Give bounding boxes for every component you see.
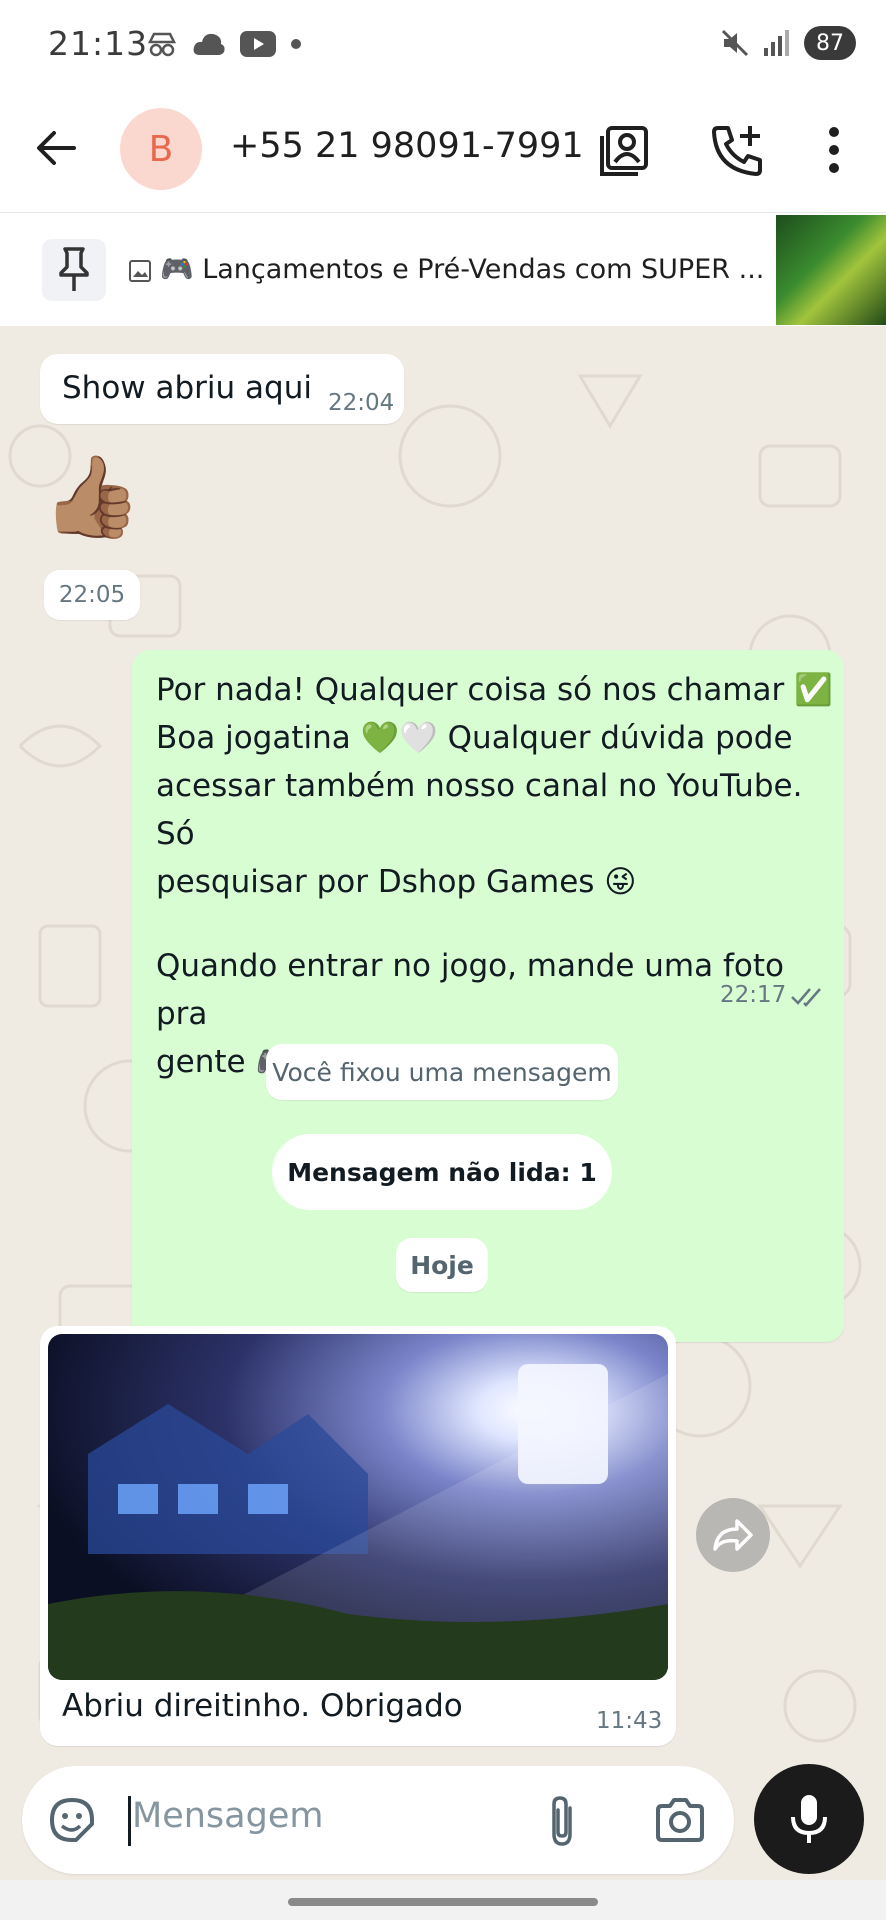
sticker-icon[interactable] [46, 1794, 98, 1846]
message-line: Boa jogatina 💚🤍 Qualquer dúvida pode [156, 720, 793, 756]
message-time: 22:05 [44, 570, 140, 620]
status-left-icons [146, 30, 302, 58]
avatar[interactable]: B [120, 108, 202, 190]
forward-button[interactable] [696, 1498, 770, 1572]
incoming-image-message[interactable]: Abriu direitinho. Obrigado 11:43 [40, 1326, 676, 1746]
pinned-thumbnail [776, 215, 886, 325]
image-icon [129, 260, 151, 282]
text-caret [128, 1796, 131, 1846]
mic-icon [791, 1795, 827, 1843]
status-right-icons: 87 [720, 26, 856, 60]
contact-name[interactable]: +55 21 98091-7991 [230, 126, 584, 166]
attach-icon[interactable] [544, 1794, 580, 1848]
message-photo[interactable] [48, 1334, 668, 1680]
message-line: acessar também nosso canal no YouTube. S… [156, 768, 803, 852]
photo-caption: Abriu direitinho. Obrigado [62, 1688, 463, 1724]
message-line: pesquisar por Dshop Games 😜 [156, 864, 637, 900]
mic-button[interactable] [754, 1764, 864, 1874]
youtube-icon [240, 31, 276, 57]
forward-icon [713, 1519, 753, 1551]
chat-area[interactable]: Show abriu aqui 22:04 👍🏽 22:05 Por nada!… [0, 326, 886, 1764]
message-composer: Mensagem [22, 1766, 734, 1874]
thumbs-up-emoji[interactable]: 👍🏽 [42, 452, 142, 542]
unread-banner: Mensagem não lida: 1 [272, 1134, 612, 1210]
message-line: Por nada! Qualquer coisa só nos chamar ✅ [156, 672, 833, 708]
camera-icon[interactable] [654, 1796, 706, 1844]
add-call-icon[interactable] [710, 122, 766, 178]
status-bar: 21:13 87 [0, 0, 886, 88]
contact-card-icon[interactable] [598, 122, 654, 178]
message-time: 22:17 [720, 982, 787, 1008]
date-divider: Hoje [396, 1238, 488, 1292]
message-time: 11:43 [596, 1708, 663, 1734]
battery-icon: 87 [804, 26, 856, 60]
dot-icon [291, 39, 301, 49]
back-arrow-icon[interactable] [30, 122, 82, 174]
mute-icon [721, 29, 749, 57]
system-nav-bar [0, 1880, 886, 1920]
message-time: 22:04 [328, 390, 395, 416]
pinned-message-text: 🎮 Lançamentos e Pré-Vendas com SUPER ... [160, 254, 765, 285]
incognito-icon [147, 32, 177, 57]
signal-icon [764, 30, 789, 56]
chat-header: B +55 21 98091-7991 [0, 88, 886, 212]
pin-icon [42, 239, 106, 301]
incoming-message[interactable]: Show abriu aqui 22:04 [40, 354, 404, 424]
read-ticks-icon [791, 988, 821, 1007]
status-time: 21:13 [48, 24, 149, 63]
home-gesture-bar[interactable] [288, 1898, 598, 1906]
cloud-icon [193, 33, 225, 55]
message-input[interactable]: Mensagem [132, 1796, 323, 1836]
more-vert-icon[interactable] [806, 122, 862, 178]
pinned-message-bar[interactable]: 🎮 Lançamentos e Pré-Vendas com SUPER ... [0, 212, 886, 326]
system-message-pinned: Você fixou uma mensagem [266, 1044, 618, 1100]
message-text: Show abriu aqui [62, 370, 312, 406]
photo-scene [48, 1364, 668, 1680]
